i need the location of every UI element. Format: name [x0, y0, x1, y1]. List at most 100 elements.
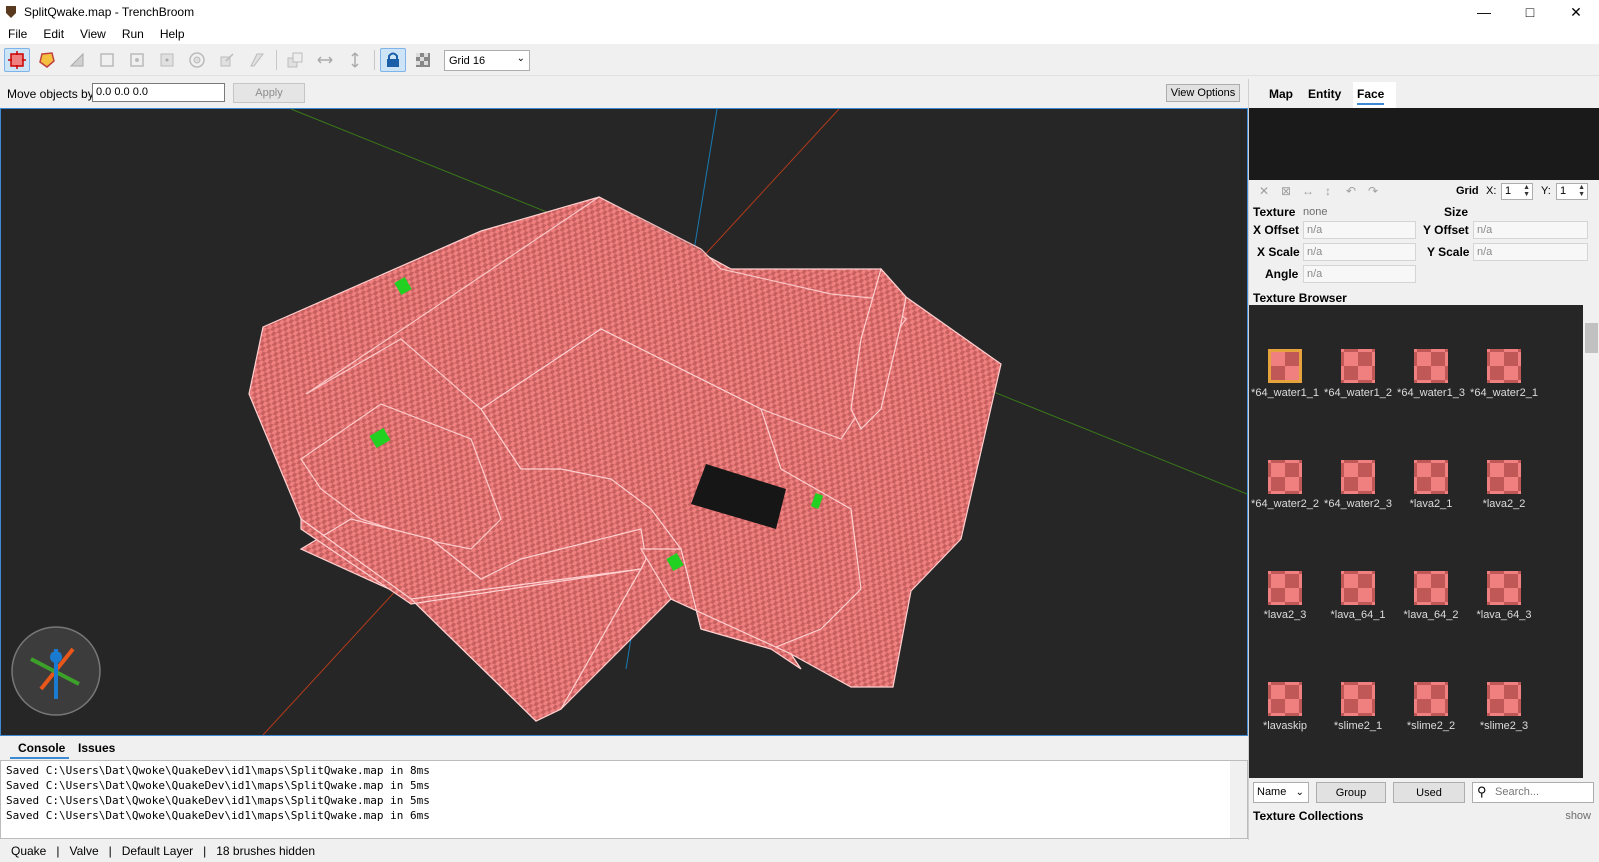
flip-v-icon[interactable]: ↕ — [1325, 184, 1331, 198]
texture-item[interactable]: *lava2_3 — [1249, 571, 1321, 621]
x-offset-field[interactable]: n/a — [1303, 221, 1416, 239]
x-scale-label: X Scale — [1257, 245, 1300, 259]
used-button[interactable]: Used — [1393, 782, 1465, 803]
menu-edit[interactable]: Edit — [43, 27, 64, 41]
uv-lock-button[interactable] — [410, 48, 436, 72]
x-offset-label: X Offset — [1253, 223, 1300, 237]
tab-issues[interactable]: Issues — [78, 741, 115, 755]
show-link[interactable]: show — [1565, 810, 1591, 822]
console-line: Saved C:\Users\Dat\Qwoke\QuakeDev\id1\ma… — [6, 809, 430, 822]
duplicate-button[interactable] — [282, 48, 308, 72]
map-render — [11, 109, 1247, 735]
grid-size-select[interactable]: Grid 16 ⌄ — [444, 50, 530, 71]
tab-map[interactable]: Map — [1269, 87, 1293, 101]
vertex-tool-button[interactable] — [94, 48, 120, 72]
y-scale-field[interactable]: n/a — [1473, 243, 1588, 261]
close-button[interactable]: ✕ — [1553, 0, 1599, 24]
texture-lock-icon — [387, 52, 399, 67]
grid-label: Grid — [1456, 185, 1479, 197]
texture-search-input[interactable]: Search... — [1472, 782, 1594, 803]
texture-item[interactable]: *lava2_2 — [1468, 460, 1540, 510]
texture-browser[interactable]: *64_water1_1 *64_water1_2 *64_water1_3 *… — [1249, 305, 1599, 778]
chevron-down-icon: ⌄ — [1295, 787, 1304, 798]
texture-item[interactable]: *64_water2_3 — [1322, 460, 1394, 510]
chevron-down-icon: ⌄ — [516, 53, 525, 64]
texture-item[interactable]: *lavaskip — [1249, 682, 1321, 732]
texture-name: *64_water2_3 — [1324, 498, 1392, 510]
texture-name: *lava_64_2 — [1403, 609, 1459, 621]
texture-name: *slime2_3 — [1479, 720, 1529, 732]
scale-tool-icon — [220, 53, 234, 67]
texture-item[interactable]: *lava2_1 — [1395, 460, 1467, 510]
status-bar: Quake | Valve | Default Layer | 18 brush… — [0, 840, 1599, 862]
flip-horizontal-button[interactable] — [312, 48, 338, 72]
tab-console[interactable]: Console — [9, 741, 70, 759]
y-offset-field[interactable]: n/a — [1473, 221, 1588, 239]
clip-tool-button[interactable] — [64, 48, 90, 72]
scrollbar-thumb[interactable] — [1585, 323, 1598, 353]
texture-thumbnail — [1341, 682, 1375, 716]
edge-tool-button[interactable] — [124, 48, 150, 72]
flip-horizontal-icon — [317, 56, 333, 64]
tab-face[interactable]: Face — [1357, 87, 1385, 105]
minimize-button[interactable]: — — [1461, 0, 1507, 24]
scale-tool-button[interactable] — [214, 48, 240, 72]
grid-x-spinner[interactable]: 1 ▲ ▼ — [1501, 183, 1533, 200]
shear-tool-icon — [250, 53, 264, 67]
texture-thumbnail — [1414, 349, 1448, 383]
grid-y-spinner[interactable]: 1 ▲ ▼ — [1556, 183, 1588, 200]
menu-file[interactable]: File — [8, 27, 27, 41]
rotate-ccw-icon[interactable]: ↶ — [1346, 184, 1356, 198]
menu-run[interactable]: Run — [122, 27, 144, 41]
console-line: Saved C:\Users\Dat\Qwoke\QuakeDev\id1\ma… — [6, 764, 430, 777]
texture-item[interactable]: *64_water2_2 — [1249, 460, 1321, 510]
face-toolbar: ✕ ⊠ ↔ ↕ ↶ ↷ Grid X: 1 ▲ ▼ Y: 1 ▲ ▼ — [1249, 180, 1599, 204]
rotate-tool-button[interactable] — [184, 48, 210, 72]
move-objects-input[interactable]: 0.0 0.0 0.0 — [92, 83, 225, 102]
console-output[interactable]: Saved C:\Users\Dat\Qwoke\QuakeDev\id1\ma… — [0, 760, 1248, 839]
tab-entity[interactable]: Entity — [1308, 87, 1341, 101]
texture-browser-scrollbar[interactable] — [1583, 305, 1599, 778]
texture-item[interactable]: *64_water1_1 — [1249, 349, 1321, 399]
uv-editor[interactable] — [1249, 108, 1599, 180]
face-tool-button[interactable] — [154, 48, 180, 72]
texture-lock-button[interactable] — [380, 48, 406, 72]
texture-item[interactable]: *slime2_3 — [1468, 682, 1540, 732]
duplicate-icon — [287, 52, 303, 68]
texture-item[interactable]: *lava_64_1 — [1322, 571, 1394, 621]
texture-item[interactable]: *64_water2_1 — [1468, 349, 1540, 399]
texture-name: *64_water1_3 — [1397, 387, 1465, 399]
texture-name: *lavaskip — [1262, 720, 1308, 732]
shear-tool-button[interactable] — [244, 48, 270, 72]
flip-h-icon[interactable]: ↔ — [1302, 184, 1314, 198]
rotate-cw-icon[interactable]: ↷ — [1368, 184, 1378, 198]
texture-item[interactable]: *slime2_2 — [1395, 682, 1467, 732]
sort-select[interactable]: Name ⌄ — [1253, 782, 1309, 803]
texture-item[interactable]: *lava_64_2 — [1395, 571, 1467, 621]
orientation-gizmo[interactable] — [11, 626, 101, 716]
toolbar — [0, 44, 1599, 76]
select-tool-button[interactable] — [4, 48, 30, 72]
texture-item[interactable]: *slime2_1 — [1322, 682, 1394, 732]
texture-item[interactable]: *64_water1_2 — [1322, 349, 1394, 399]
maximize-button[interactable]: □ — [1507, 0, 1553, 24]
console-scrollbar[interactable] — [1230, 761, 1247, 838]
flip-vertical-button[interactable] — [342, 48, 368, 72]
flip-vertical-icon — [351, 52, 359, 68]
apply-button[interactable]: Apply — [233, 83, 305, 103]
texture-thumbnail — [1487, 349, 1521, 383]
reset-alignment-icon[interactable]: ⊠ — [1281, 184, 1291, 198]
3d-viewport[interactable] — [0, 108, 1248, 736]
x-scale-field[interactable]: n/a — [1303, 243, 1416, 261]
texture-item[interactable]: *64_water1_3 — [1395, 349, 1467, 399]
texture-collections-title: Texture Collections — [1253, 809, 1364, 823]
menu-help[interactable]: Help — [160, 27, 185, 41]
brush-tool-button[interactable] — [34, 48, 60, 72]
face-tool-icon — [160, 53, 174, 67]
group-button[interactable]: Group — [1316, 782, 1386, 803]
angle-field[interactable]: n/a — [1303, 265, 1416, 283]
texture-item[interactable]: *lava_64_3 — [1468, 571, 1540, 621]
menu-view[interactable]: View — [80, 27, 106, 41]
view-options-button[interactable]: View Options — [1166, 84, 1240, 102]
reset-icon[interactable]: ✕ — [1259, 184, 1269, 198]
